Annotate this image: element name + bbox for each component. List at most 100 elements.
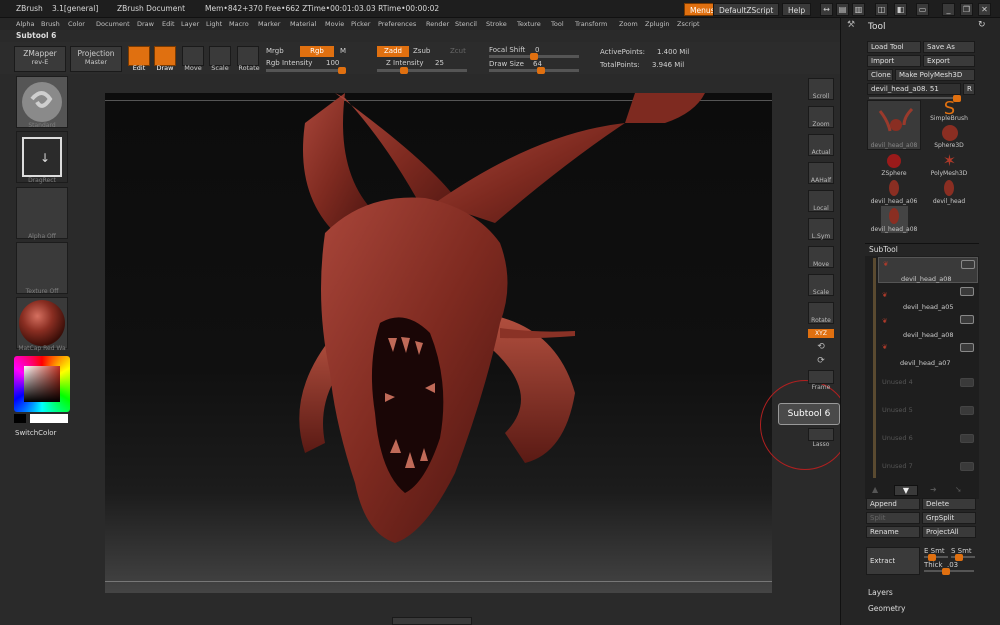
- primary-color-swatch[interactable]: [14, 414, 26, 423]
- scale-button[interactable]: [209, 46, 231, 66]
- eye-icon[interactable]: [960, 406, 974, 415]
- load-tool-button[interactable]: Load Tool: [867, 41, 921, 53]
- menu-item[interactable]: Zplugin: [645, 20, 670, 28]
- eye-icon[interactable]: [960, 462, 974, 471]
- s-smt-slider[interactable]: [951, 554, 975, 561]
- texture-slot[interactable]: [16, 242, 68, 294]
- color-square[interactable]: [24, 366, 60, 402]
- draw-button[interactable]: [154, 46, 176, 66]
- menu-item[interactable]: Stroke: [486, 20, 507, 28]
- edit-button[interactable]: [128, 46, 150, 66]
- menu-item[interactable]: Alpha: [16, 20, 34, 28]
- rgb-intensity-slider[interactable]: [266, 67, 346, 74]
- rename-button[interactable]: Rename: [866, 526, 920, 538]
- menu-item[interactable]: Zscript: [677, 20, 700, 28]
- eye-icon[interactable]: [960, 378, 974, 387]
- subtool-row-7[interactable]: Unused 6: [878, 432, 978, 458]
- frame-icon[interactable]: ◫: [875, 3, 888, 16]
- split-button[interactable]: Split: [866, 512, 920, 524]
- eye-icon[interactable]: [960, 315, 974, 324]
- zmapper-button[interactable]: ZMapper rev-E: [14, 46, 66, 72]
- alpha-slot[interactable]: [16, 187, 68, 239]
- menu-item[interactable]: Document: [96, 20, 130, 28]
- color-picker[interactable]: [14, 356, 70, 412]
- menu-item[interactable]: Transform: [575, 20, 607, 28]
- lock-icon[interactable]: ▭: [916, 3, 929, 16]
- restore-icon[interactable]: ❐: [960, 3, 973, 16]
- grpsplit-button[interactable]: GrpSplit: [922, 512, 976, 524]
- export-button[interactable]: Export: [923, 55, 975, 67]
- menu-item[interactable]: Color: [68, 20, 85, 28]
- subtool-row-6[interactable]: Unused 5: [878, 404, 978, 430]
- menu-item[interactable]: Preferences: [378, 20, 416, 28]
- append-button[interactable]: Append: [866, 498, 920, 510]
- z-intensity-slider[interactable]: [377, 67, 467, 74]
- zsub-button[interactable]: Zsub: [413, 47, 430, 55]
- menu-item[interactable]: Marker: [258, 20, 280, 28]
- switch-color-button[interactable]: SwitchColor: [15, 429, 56, 437]
- projectall-button[interactable]: ProjectAll: [922, 526, 976, 538]
- material-slot[interactable]: [16, 297, 68, 349]
- subtool-scrollbar[interactable]: [873, 258, 876, 478]
- thick-slider[interactable]: [924, 568, 974, 575]
- layout2-icon[interactable]: ▥: [852, 3, 865, 16]
- draw-size-slider[interactable]: [489, 67, 579, 74]
- menu-item[interactable]: Macro: [229, 20, 249, 28]
- zcut-button[interactable]: Zcut: [450, 47, 466, 55]
- frame-button[interactable]: [808, 370, 834, 384]
- brush-slot[interactable]: [16, 76, 68, 128]
- subtool-row-2[interactable]: ❦ devil_head_a05: [878, 285, 978, 311]
- secondary-color-swatch[interactable]: [30, 414, 68, 423]
- menu-item[interactable]: Movie: [325, 20, 344, 28]
- delete-button[interactable]: Delete: [922, 498, 976, 510]
- close-icon[interactable]: ✕: [978, 3, 991, 16]
- m-button[interactable]: M: [340, 47, 346, 55]
- document-viewport[interactable]: [105, 93, 772, 593]
- arrow-down-right-icon[interactable]: ➘: [955, 485, 962, 494]
- menu-item[interactable]: Draw: [137, 20, 154, 28]
- stroke-slot[interactable]: ↓: [16, 131, 68, 183]
- menu-item[interactable]: Layer: [181, 20, 199, 28]
- menu-item[interactable]: Picker: [351, 20, 370, 28]
- rotate-button[interactable]: [237, 46, 259, 66]
- rotate-axis2-icon[interactable]: ⟳: [805, 356, 837, 366]
- subtool-row-3[interactable]: ❦ devil_head_a08: [878, 313, 978, 339]
- mrgb-button[interactable]: Mrgb: [266, 47, 284, 55]
- e-smt-slider[interactable]: [924, 554, 948, 561]
- make-polymesh-button[interactable]: Make PolyMesh3D: [895, 69, 975, 81]
- xyz-button[interactable]: XYZ: [808, 329, 834, 338]
- menu-item[interactable]: Zoom: [619, 20, 638, 28]
- import-button[interactable]: Import: [867, 55, 921, 67]
- geometry-section[interactable]: Geometry: [868, 604, 905, 613]
- subtool-row-8[interactable]: Unused 7: [878, 460, 978, 486]
- projection-master-button[interactable]: Projection Master: [70, 46, 122, 72]
- menu-item[interactable]: Render: [426, 20, 449, 28]
- arrows-icon[interactable]: ↔: [820, 3, 833, 16]
- eye-icon[interactable]: [960, 434, 974, 443]
- eye-icon[interactable]: [960, 343, 974, 352]
- zadd-button[interactable]: Zadd: [377, 46, 409, 57]
- arrow-right-icon[interactable]: ➜: [930, 485, 937, 494]
- eye-icon[interactable]: [961, 260, 975, 269]
- zscript-button[interactable]: DefaultZScript: [713, 3, 780, 16]
- layers-section[interactable]: Layers: [868, 588, 893, 597]
- menu-item[interactable]: Stencil: [455, 20, 477, 28]
- current-tool-field[interactable]: devil_head_a08. 51: [867, 83, 961, 95]
- subtool-row-5[interactable]: Unused 4: [878, 376, 978, 402]
- move-button[interactable]: [182, 46, 204, 66]
- save-as-button[interactable]: Save As: [923, 41, 975, 53]
- rgb-button[interactable]: Rgb: [300, 46, 334, 57]
- refresh-icon[interactable]: ↻: [978, 20, 986, 30]
- focal-shift-slider[interactable]: [489, 53, 579, 60]
- menu-item[interactable]: Material: [290, 20, 316, 28]
- minimize-icon[interactable]: _: [942, 3, 955, 16]
- clone-button[interactable]: Clone: [867, 69, 893, 81]
- arrow-down-icon[interactable]: ▼: [894, 485, 918, 496]
- subtool-row-4[interactable]: ❦ devil_head_a07: [878, 341, 978, 367]
- lasso-button[interactable]: [808, 428, 834, 441]
- bottom-tray-handle[interactable]: [392, 617, 472, 625]
- menu-item[interactable]: Tool: [551, 20, 564, 28]
- r-button[interactable]: R: [963, 83, 975, 95]
- arrow-up-icon[interactable]: ▲: [872, 485, 886, 495]
- menu-item[interactable]: Light: [206, 20, 222, 28]
